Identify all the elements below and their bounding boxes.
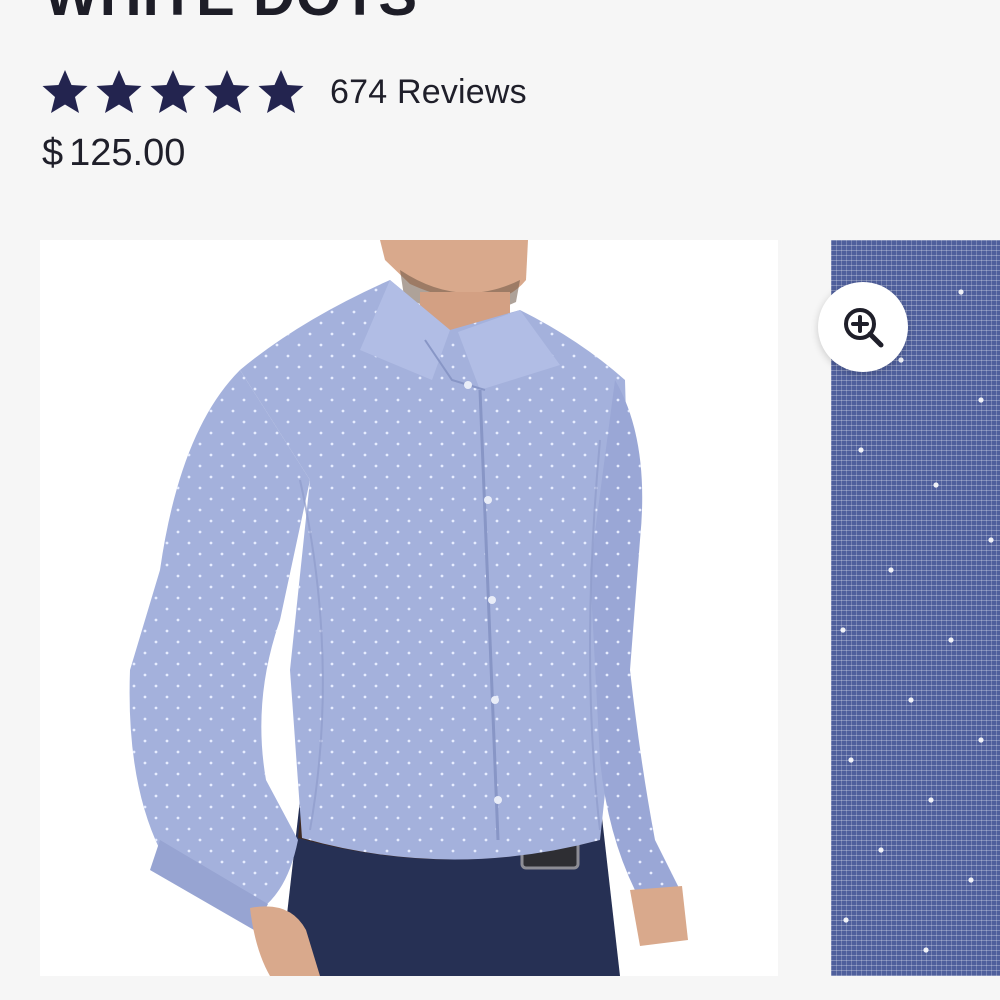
star-icon (96, 70, 142, 113)
zoom-button[interactable] (818, 282, 908, 372)
price-amount: 125.00 (69, 132, 186, 174)
star-rating (40, 67, 306, 117)
product-title: WHITE DOTS (44, 0, 418, 29)
reviews-link[interactable]: 674 Reviews (330, 73, 527, 112)
star-icon (204, 70, 250, 113)
zoom-in-icon (844, 308, 884, 348)
product-image-main[interactable] (40, 240, 778, 976)
shirt-model-illustration (40, 240, 778, 976)
star-icon (150, 70, 196, 113)
price-currency: $ (42, 132, 64, 174)
product-page: WHITE DOTS 674 Reviews $ 125.00 (0, 0, 1000, 1000)
star-icon (42, 70, 88, 113)
price: $ 125.00 (42, 132, 185, 175)
rating-row[interactable]: 674 Reviews (40, 62, 527, 122)
star-icon (258, 70, 304, 113)
